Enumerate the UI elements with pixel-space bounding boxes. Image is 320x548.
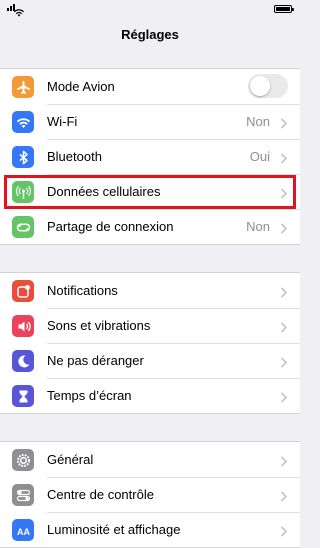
wifi-icon [12, 111, 34, 133]
hourglass-icon [12, 385, 34, 407]
chevron-right-icon [280, 151, 288, 164]
chevron-right-icon [280, 489, 288, 502]
settings-row-label: Partage de connexion [47, 219, 174, 234]
settings-group-connectivity: Mode Avion Wi-Fi Non Bluetooth Oui Données ce… [0, 68, 300, 245]
settings-row-label: Sons et vibrations [47, 318, 151, 333]
settings-row-label: Luminosité et affichage [47, 522, 181, 537]
settings-group-notifications: Notifications Sons et vibrations Ne pas dé… [0, 272, 300, 414]
settings-row-partage-de-connexion[interactable]: Partage de connexion Non [0, 209, 300, 244]
settings-row-general[interactable]: Général [0, 442, 300, 477]
settings-row-temps-d-ecran[interactable]: Temps d’écran [0, 378, 300, 413]
settings-row-wi-fi[interactable]: Wi-Fi Non [0, 104, 300, 139]
settings-row-label: Données cellulaires [47, 184, 161, 199]
chevron-right-icon [280, 454, 288, 467]
gear-icon [12, 449, 34, 471]
bluetooth-icon [12, 146, 34, 168]
settings-row-label: Centre de contrôle [47, 487, 154, 502]
chevron-right-icon [280, 390, 288, 403]
settings-group-general: Général Centre de contrôle AA Luminosité et… [0, 441, 300, 548]
switches-icon [12, 484, 34, 506]
settings-row-label: Ne pas déranger [47, 353, 144, 368]
settings-row-sons-et-vibrations[interactable]: Sons et vibrations [0, 308, 300, 343]
antenna-icon [12, 181, 34, 203]
chevron-right-icon [280, 285, 288, 298]
chevron-right-icon [280, 320, 288, 333]
svg-text:AA: AA [17, 527, 30, 537]
settings-row-donnees-cellulaires[interactable]: Données cellulaires [0, 174, 300, 209]
toggle-knob [250, 76, 270, 96]
settings-row-value: Non [246, 114, 270, 129]
navigation-bar: Réglages [0, 20, 300, 50]
settings-row-label: Notifications [47, 283, 118, 298]
settings-row-label: Temps d’écran [47, 388, 132, 403]
chevron-right-icon [280, 355, 288, 368]
battery-fill [276, 7, 290, 11]
airplane-mode-toggle[interactable] [248, 74, 288, 98]
page-title: Réglages [121, 27, 179, 42]
moon-icon [12, 350, 34, 372]
settings-row-ne-pas-deranger[interactable]: Ne pas déranger [0, 343, 300, 378]
settings-row-mode-avion[interactable]: Mode Avion [0, 69, 300, 104]
hotspot-icon [12, 216, 34, 238]
notifications-icon [12, 280, 34, 302]
settings-row-bluetooth[interactable]: Bluetooth Oui [0, 139, 300, 174]
settings-row-centre-de-controle[interactable]: Centre de contrôle [0, 477, 300, 512]
settings-row-value: Non [246, 219, 270, 234]
settings-row-notifications[interactable]: Notifications [0, 273, 300, 308]
battery-icon [274, 5, 294, 13]
settings-row-label: Mode Avion [47, 79, 115, 94]
airplane-icon [12, 76, 34, 98]
settings-row-label: Wi-Fi [47, 114, 78, 129]
chevron-right-icon [280, 524, 288, 537]
text-size-icon: AA [12, 519, 34, 541]
settings-row-value: Oui [249, 149, 270, 164]
settings-row-luminosite-et-affichage[interactable]: AA Luminosité et affichage [0, 512, 300, 547]
settings-row-label: Général [47, 452, 94, 467]
chevron-right-icon [280, 221, 288, 234]
chevron-right-icon [280, 116, 288, 129]
status-bar [0, 0, 300, 20]
settings-row-label: Bluetooth [47, 149, 102, 164]
speaker-icon [12, 315, 34, 337]
chevron-right-icon [280, 186, 288, 199]
